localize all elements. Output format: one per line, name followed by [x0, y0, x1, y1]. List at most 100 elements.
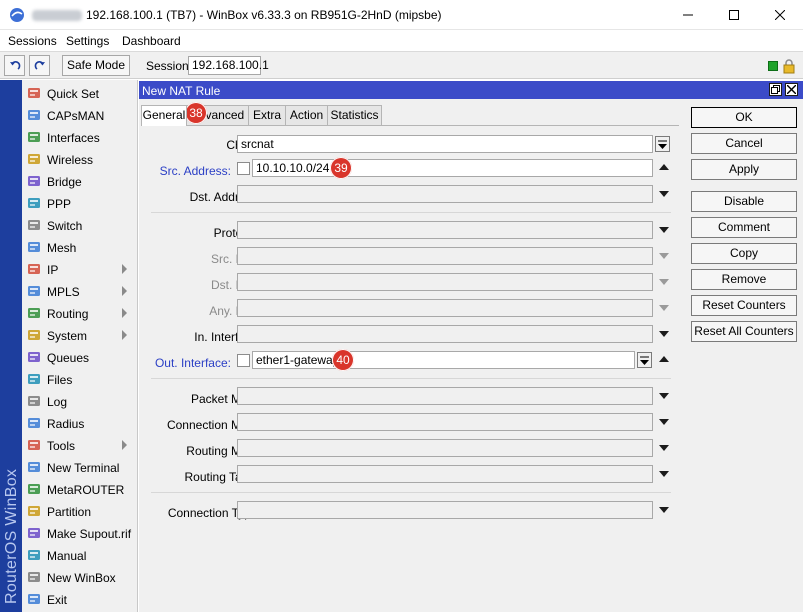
minimize-button[interactable]	[665, 0, 711, 30]
sidebar-item-mpls[interactable]: MPLS	[22, 280, 138, 302]
menu-dashboard[interactable]: Dashboard	[122, 34, 181, 48]
apply-button[interactable]: Apply	[691, 159, 797, 180]
sidebar-item-ppp[interactable]: PPP	[22, 192, 138, 214]
expand-arrow-icon[interactable]	[659, 227, 669, 233]
sidebar-item-files[interactable]: Files	[22, 368, 138, 390]
sidebar-item-partition[interactable]: Partition	[22, 500, 138, 522]
menu-settings[interactable]: Settings	[66, 34, 109, 48]
sidebar-item-tools[interactable]: Tools	[22, 434, 138, 456]
maximize-button[interactable]	[711, 0, 757, 30]
out-interface-field[interactable]: ether1-gateway	[252, 351, 635, 369]
copy-button[interactable]: Copy	[691, 243, 797, 264]
out-interface-dropdown-button[interactable]	[637, 352, 652, 368]
sidebar-item-metarouter[interactable]: MetaROUTER	[22, 478, 138, 500]
dialog-restore-button[interactable]	[769, 83, 782, 96]
sidebar-item-label: MetaROUTER	[47, 483, 125, 497]
sidebar-item-label: System	[47, 329, 88, 343]
chain-dropdown-button[interactable]	[655, 136, 670, 152]
packet-mark-field[interactable]	[237, 387, 653, 405]
sidebar-item-wireless[interactable]: Wireless	[22, 148, 138, 170]
dst-address-field[interactable]	[237, 185, 653, 203]
menu-sessions[interactable]: Sessions	[8, 34, 57, 48]
sidebar-item-capsman[interactable]: CAPsMAN	[22, 104, 138, 126]
expand-arrow-icon[interactable]	[659, 507, 669, 513]
dropdown-icon	[640, 356, 649, 365]
sidebar-item-manual[interactable]: Manual	[22, 544, 138, 566]
sidebar-item-routing[interactable]: Routing	[22, 302, 138, 324]
files-icon	[28, 374, 40, 384]
src-port-field[interactable]	[237, 247, 653, 265]
dst-port-field[interactable]	[237, 273, 653, 291]
src-address-invert-checkbox[interactable]	[237, 162, 250, 175]
reset-counters-button[interactable]: Reset Counters	[691, 295, 797, 316]
connection-status-indicator	[768, 61, 778, 71]
expand-arrow-icon[interactable]	[659, 331, 669, 337]
mpls-icon	[28, 286, 40, 296]
tab-general[interactable]: General	[141, 105, 187, 126]
sidebar-item-interfaces[interactable]: Interfaces	[22, 126, 138, 148]
sidebar-item-ip[interactable]: IP	[22, 258, 138, 280]
tab-extra[interactable]: Extra	[248, 105, 286, 125]
sidebar-menu: Quick Set CAPsMAN Interfaces Wireless Bridge…	[22, 80, 138, 612]
sidebar-item-queues[interactable]: Queues	[22, 346, 138, 368]
out-interface-label: Out. Interface:	[154, 356, 231, 370]
undo-button[interactable]	[4, 55, 25, 76]
restore-icon	[771, 85, 780, 94]
expand-arrow-icon[interactable]	[659, 471, 669, 477]
comment-button[interactable]: Comment	[691, 217, 797, 238]
routing-table-field[interactable]	[237, 465, 653, 483]
tab-statistics[interactable]: Statistics	[327, 105, 382, 125]
collapse-arrow-icon[interactable]	[659, 164, 669, 170]
protocol-field[interactable]	[237, 221, 653, 239]
sidebar-item-system[interactable]: System	[22, 324, 138, 346]
expand-arrow-icon[interactable]	[659, 191, 669, 197]
expand-arrow-icon[interactable]	[659, 393, 669, 399]
sidebar-item-make-supout-rif[interactable]: Make Supout.rif	[22, 522, 138, 544]
collapse-arrow-icon[interactable]	[659, 356, 669, 362]
sidebar-item-label: Log	[47, 395, 68, 409]
expand-arrow-icon[interactable]	[659, 445, 669, 451]
sidebar-item-mesh[interactable]: Mesh	[22, 236, 138, 258]
src-address-field[interactable]: 10.10.10.0/24	[252, 159, 653, 177]
expand-arrow-icon[interactable]	[659, 419, 669, 425]
reset-all-counters-button[interactable]: Reset All Counters	[691, 321, 797, 342]
sidebar-item-label: Wireless	[47, 153, 94, 167]
interfaces-icon	[28, 132, 40, 142]
capsman-icon	[28, 110, 40, 120]
close-button[interactable]	[757, 0, 803, 30]
connection-type-field[interactable]	[237, 501, 653, 519]
tab-action[interactable]: Action	[285, 105, 328, 125]
dialog-close-button[interactable]	[785, 83, 798, 96]
close-icon	[775, 10, 785, 20]
expand-arrow-icon	[659, 305, 669, 311]
separator	[151, 212, 671, 213]
sidebar-item-quick-set[interactable]: Quick Set	[22, 82, 138, 104]
sidebar-item-exit[interactable]: Exit	[22, 588, 138, 610]
sidebar-item-new-terminal[interactable]: New Terminal	[22, 456, 138, 478]
any-port-field[interactable]	[237, 299, 653, 317]
wireless-icon	[28, 154, 40, 164]
chain-field[interactable]: srcnat	[237, 135, 653, 153]
in-interface-field[interactable]	[237, 325, 653, 343]
safe-mode-button[interactable]: Safe Mode	[62, 55, 130, 76]
ok-button[interactable]: OK	[691, 107, 797, 128]
routing-mark-field[interactable]	[237, 439, 653, 457]
toolbar: Safe Mode Session: 192.168.100.1	[0, 52, 803, 79]
cancel-button[interactable]: Cancel	[691, 133, 797, 154]
connection-mark-field[interactable]	[237, 413, 653, 431]
queues-icon	[28, 352, 40, 362]
separator	[151, 492, 671, 493]
redo-button[interactable]	[29, 55, 50, 76]
sidebar-item-label: Manual	[47, 549, 87, 563]
disable-button[interactable]: Disable	[691, 191, 797, 212]
mesh-icon	[28, 242, 40, 252]
submenu-arrow-icon	[122, 440, 127, 450]
sidebar-item-new-winbox[interactable]: New WinBox	[22, 566, 138, 588]
sidebar-item-radius[interactable]: Radius	[22, 412, 138, 434]
annotation-badge: 39	[330, 157, 352, 179]
sidebar-item-switch[interactable]: Switch	[22, 214, 138, 236]
sidebar-item-bridge[interactable]: Bridge	[22, 170, 138, 192]
remove-button[interactable]: Remove	[691, 269, 797, 290]
sidebar-item-log[interactable]: Log	[22, 390, 138, 412]
out-interface-invert-checkbox[interactable]	[237, 354, 250, 367]
